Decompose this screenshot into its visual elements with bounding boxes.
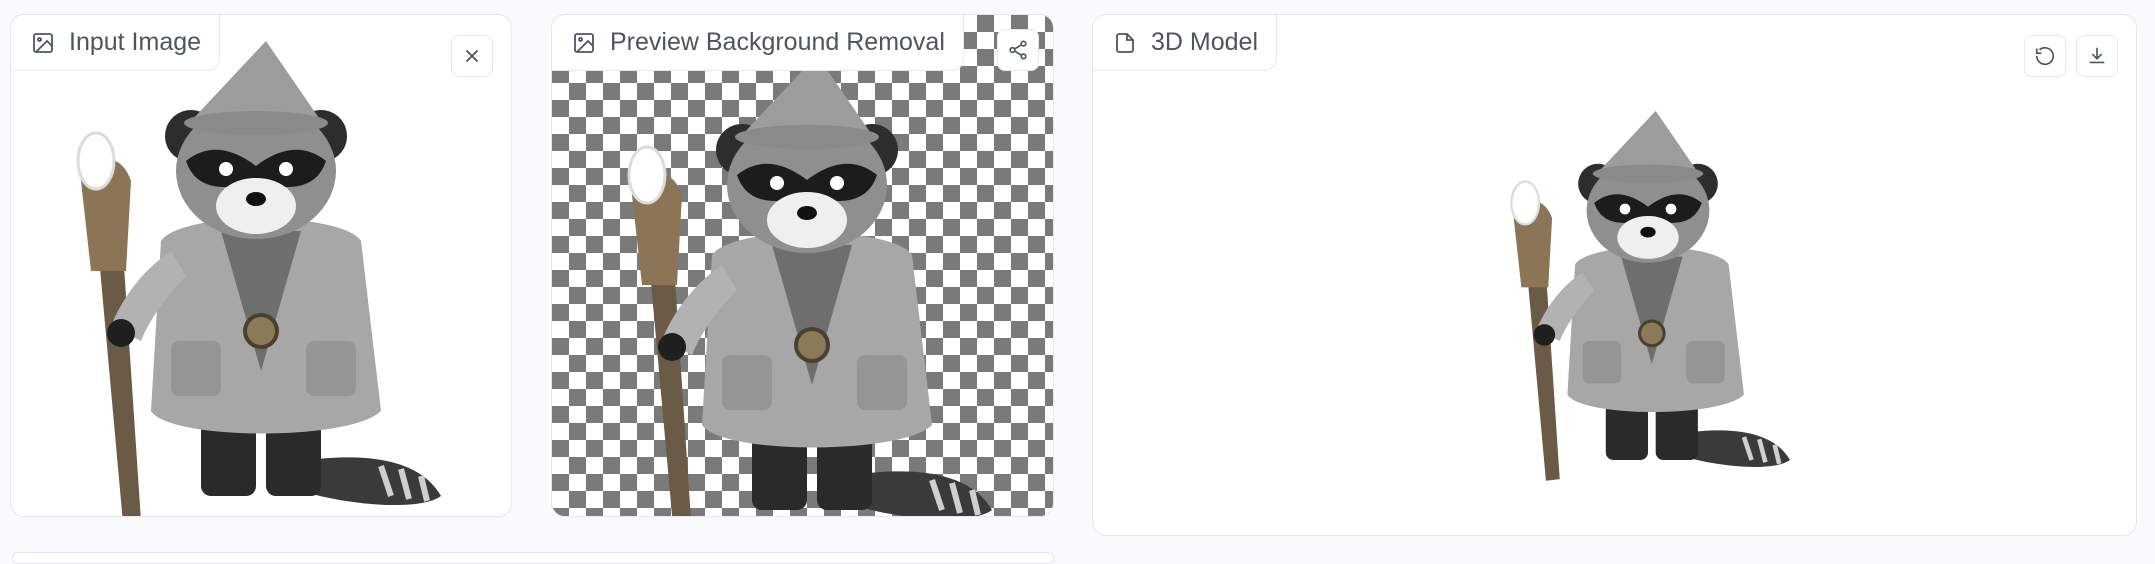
input-image-label-text: Input Image — [69, 28, 202, 56]
download-model-button[interactable] — [2076, 35, 2118, 77]
share-icon — [1009, 40, 1027, 60]
file-icon — [1116, 32, 1134, 53]
download-icon — [2089, 47, 2105, 64]
preview-background-removal-label: Preview Background Removal — [552, 15, 964, 71]
clear-image-button[interactable] — [451, 35, 493, 77]
3d-model-panel[interactable]: 3D Model — [1092, 14, 2137, 536]
input-image-label: Input Image — [11, 15, 221, 71]
input-raccoon-image — [76, 41, 471, 516]
image-icon — [574, 32, 594, 53]
3d-model-label-text: 3D Model — [1151, 28, 1258, 56]
input-image-panel[interactable]: Input Image — [10, 14, 512, 517]
next-section-edge — [12, 552, 1054, 564]
3d-model-viewer-canvas[interactable] — [1483, 60, 1813, 530]
close-icon — [465, 49, 479, 63]
reset-icon — [2035, 47, 2055, 66]
preview-raccoon-image — [627, 55, 1022, 516]
3d-model-label: 3D Model — [1093, 15, 1277, 71]
image-icon — [33, 32, 53, 53]
reset-view-button[interactable] — [2024, 35, 2066, 77]
preview-background-removal-panel[interactable]: Preview Background Removal — [551, 14, 1054, 517]
preview-background-removal-label-text: Preview Background Removal — [610, 28, 945, 56]
share-button[interactable] — [997, 29, 1039, 71]
